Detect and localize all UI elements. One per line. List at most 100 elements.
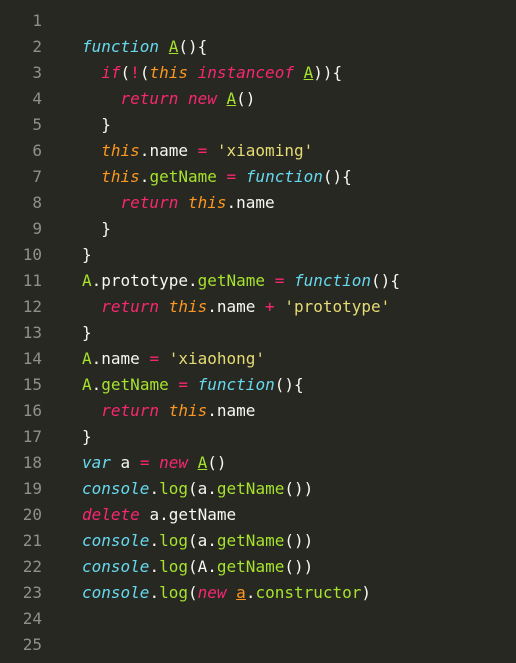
token-str: 'xiaoming' <box>217 141 313 160</box>
token-id: getName <box>169 505 236 524</box>
line-number: 15 <box>0 372 42 398</box>
token-pun <box>82 89 121 108</box>
token-str: 'xiaohong' <box>169 349 265 368</box>
token-op: = <box>149 349 159 368</box>
token-pun <box>159 297 169 316</box>
code-line[interactable]: return this.name + 'prototype' <box>52 294 516 320</box>
token-fn: A <box>82 375 92 394</box>
token-pun <box>188 63 198 82</box>
token-id: prototype <box>101 271 188 290</box>
code-line[interactable]: console.log(A.getName()) <box>52 554 516 580</box>
token-fn-u: A <box>304 63 314 82</box>
token-pun: (){ <box>275 375 304 394</box>
token-this: this <box>169 297 208 316</box>
token-pun: . <box>140 141 150 160</box>
token-fn: A <box>82 349 92 368</box>
code-line[interactable]: if(!(this instanceof A)){ <box>52 60 516 86</box>
token-fn-u: A <box>198 453 208 472</box>
code-line[interactable] <box>52 632 516 658</box>
line-number: 6 <box>0 138 42 164</box>
token-kw: return <box>101 401 159 420</box>
token-pun: . <box>92 349 102 368</box>
code-line[interactable]: return new A() <box>52 86 516 112</box>
token-pun: } <box>82 323 92 342</box>
code-line[interactable]: return this.name <box>52 190 516 216</box>
token-pun: . <box>188 271 198 290</box>
line-number: 20 <box>0 502 42 528</box>
token-this: this <box>169 401 208 420</box>
token-pun <box>178 193 188 212</box>
code-line[interactable]: console.log(a.getName()) <box>52 476 516 502</box>
token-pun <box>255 297 265 316</box>
token-pun <box>227 583 237 602</box>
code-line[interactable]: return this.name <box>52 398 516 424</box>
code-line[interactable]: A.prototype.getName = function(){ <box>52 268 516 294</box>
token-op: ! <box>130 63 140 82</box>
token-decl: function <box>198 375 275 394</box>
token-pun <box>140 349 150 368</box>
token-fn: getName <box>101 375 168 394</box>
token-kw: return <box>101 297 159 316</box>
code-line[interactable] <box>52 8 516 34</box>
token-op: = <box>198 141 208 160</box>
token-kw: return <box>121 89 179 108</box>
code-line[interactable] <box>52 606 516 632</box>
token-pun <box>159 349 169 368</box>
code-line[interactable]: } <box>52 242 516 268</box>
code-line[interactable]: var a = new A() <box>52 450 516 476</box>
token-pun <box>169 375 179 394</box>
token-pun <box>217 89 227 108</box>
token-pun <box>159 37 169 56</box>
token-pun <box>82 63 101 82</box>
token-pun: ()) <box>284 531 313 550</box>
token-pun <box>188 375 198 394</box>
code-line[interactable]: this.name = 'xiaoming' <box>52 138 516 164</box>
code-line[interactable]: } <box>52 320 516 346</box>
token-pun: () <box>207 453 226 472</box>
token-fn: log <box>159 479 188 498</box>
token-pun: ()) <box>284 557 313 576</box>
token-pun <box>265 271 275 290</box>
line-number: 19 <box>0 476 42 502</box>
token-id: a <box>121 453 131 472</box>
token-pun <box>149 453 159 472</box>
line-number: 7 <box>0 164 42 190</box>
code-line[interactable]: A.name = 'xiaohong' <box>52 346 516 372</box>
token-fn: log <box>159 531 188 550</box>
line-number: 16 <box>0 398 42 424</box>
token-pun <box>294 63 304 82</box>
token-pun: . <box>207 297 217 316</box>
token-kw: instanceof <box>198 63 294 82</box>
token-pun <box>284 271 294 290</box>
token-pun: ( <box>188 583 198 602</box>
code-line[interactable]: delete a.getName <box>52 502 516 528</box>
token-decl: var <box>82 453 111 472</box>
line-number: 2 <box>0 34 42 60</box>
token-pun: . <box>149 557 159 576</box>
token-pun: (){ <box>323 167 352 186</box>
code-area[interactable]: function A(){ if(!(this instanceof A)){ … <box>52 0 516 663</box>
token-obj: console <box>82 479 149 498</box>
token-pun: . <box>140 167 150 186</box>
line-number-gutter: 1234567891011121314151617181920212223242… <box>0 0 52 663</box>
code-line[interactable]: } <box>52 216 516 242</box>
code-line[interactable]: this.getName = function(){ <box>52 164 516 190</box>
token-pun: ( <box>140 63 150 82</box>
code-line[interactable]: A.getName = function(){ <box>52 372 516 398</box>
token-id: a <box>198 479 208 498</box>
code-line[interactable]: } <box>52 112 516 138</box>
token-pun <box>207 141 217 160</box>
token-pun: . <box>207 401 217 420</box>
line-number: 12 <box>0 294 42 320</box>
token-pun <box>82 297 101 316</box>
code-line[interactable]: function A(){ <box>52 34 516 60</box>
token-pun: ()) <box>284 479 313 498</box>
token-id: name <box>217 401 256 420</box>
code-line[interactable]: } <box>52 424 516 450</box>
token-fn: constructor <box>255 583 361 602</box>
code-line[interactable]: console.log(a.getName()) <box>52 528 516 554</box>
line-number: 18 <box>0 450 42 476</box>
line-number: 10 <box>0 242 42 268</box>
code-line[interactable]: console.log(new a.constructor) <box>52 580 516 606</box>
line-number: 1 <box>0 8 42 34</box>
